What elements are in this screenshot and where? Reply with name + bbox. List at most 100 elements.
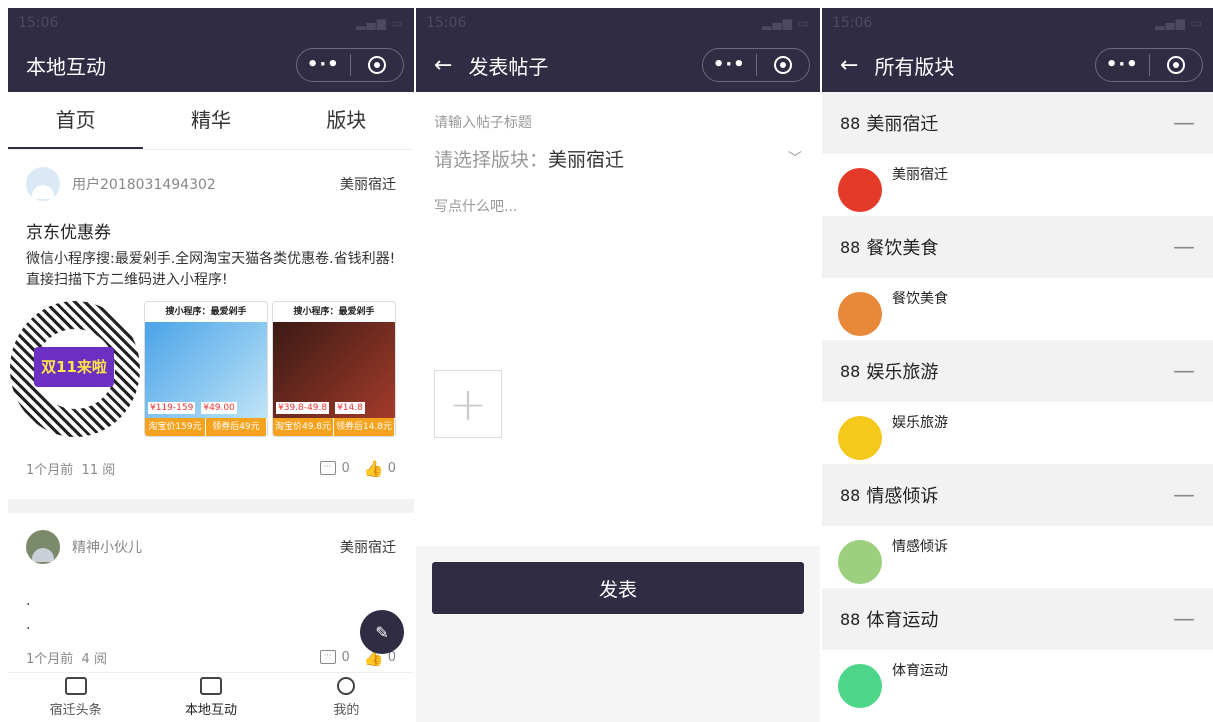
product-compare-image-2[interactable]: 搜小程序：最爱剁手 ¥39.8-49.8 ¥14.8 淘宝价49.8元 领券后1… xyxy=(272,301,396,437)
status-bar: 15:06 ▂▄▆ ▭ xyxy=(8,8,414,38)
section-title: 美丽宿迁 xyxy=(866,114,939,135)
price-tag: ¥49.00 xyxy=(201,402,237,414)
post-body: . . xyxy=(26,581,396,637)
section-header[interactable]: 88 娱乐旅游 — xyxy=(822,340,1213,402)
comment-count: 0 xyxy=(341,649,350,665)
section-header[interactable]: 88 美丽宿迁 — xyxy=(822,92,1213,154)
tabbar-item-headlines[interactable]: 宿迁头条 xyxy=(8,673,143,722)
board-item[interactable]: 娱乐旅游 xyxy=(822,402,1213,464)
post-title: 京东优惠券 xyxy=(26,223,111,243)
collapse-icon[interactable]: — xyxy=(1173,483,1195,508)
page-title: 本地互动 xyxy=(26,54,106,79)
board-select-label: 请选择版块： xyxy=(434,148,549,171)
tab-boards[interactable]: 版块 xyxy=(279,92,414,149)
post-body-line2: . xyxy=(26,617,31,633)
section-header[interactable]: 88 情感倾诉 — xyxy=(822,464,1213,526)
image-header-text: 搜小程序：最爱剁手 xyxy=(273,302,395,322)
avatar[interactable] xyxy=(26,530,60,564)
price-bar: 领券后14.8元 xyxy=(334,418,395,436)
back-arrow-icon[interactable]: ← xyxy=(840,53,858,78)
board-item[interactable]: 餐饮美食 xyxy=(822,278,1213,340)
news-icon xyxy=(64,677,87,695)
post-title-input[interactable]: 请输入帖子标题 xyxy=(434,112,802,132)
close-mini-program-icon[interactable] xyxy=(351,56,404,74)
post-card[interactable]: 精神小伙儿 美丽宿迁 . . 1个月前 4 阅 ··· 0 👍 0 xyxy=(8,513,414,677)
qr-code-image[interactable]: 双11来啦 xyxy=(10,301,140,437)
collapse-icon[interactable]: — xyxy=(1173,235,1195,260)
screen-new-post: 15:06 ▂▄▆ ▭ ← 发表帖子 •·• 请输入帖子标题 请选择版块： 美丽… xyxy=(416,8,820,722)
tabbar-label: 本地互动 xyxy=(184,703,237,718)
tab-featured[interactable]: 精华 xyxy=(143,92,278,149)
post-body-line1: 微信小程序搜:最爱剁手.全网淘宝天猫各类优惠卷.省钱利器! xyxy=(26,251,396,267)
avatar[interactable] xyxy=(26,167,60,201)
tabbar-item-local[interactable]: 本地互动 xyxy=(143,673,278,722)
tabbar-label: 我的 xyxy=(333,703,360,718)
close-mini-program-icon[interactable] xyxy=(1150,56,1203,74)
board-item-label: 情感倾诉 xyxy=(892,539,948,555)
section-header[interactable]: 88 餐饮美食 — xyxy=(822,216,1213,278)
add-image-button[interactable]: + xyxy=(434,370,502,438)
collapse-icon[interactable]: — xyxy=(1173,607,1195,632)
price-bar: 领券后49元 xyxy=(206,418,267,436)
post-images: 双11来啦 搜小程序：最爱剁手 ¥119-159 ¥49.00 淘宝价159元 … xyxy=(10,301,396,437)
tab-home[interactable]: 首页 xyxy=(8,92,144,149)
post-meta: 1个月前 4 阅 ··· 0 👍 0 xyxy=(26,637,396,677)
status-time: 15:06 xyxy=(832,15,873,31)
post-username[interactable]: 用户2018031494302 xyxy=(72,174,340,194)
section-header[interactable]: 88 体育运动 — xyxy=(822,588,1213,650)
price-tag: ¥119-159 xyxy=(148,402,196,414)
plus-icon: + xyxy=(448,377,488,431)
compose-button[interactable]: ✎ xyxy=(360,610,404,654)
board-item-label: 餐饮美食 xyxy=(892,291,948,307)
grid-icon: 88 xyxy=(840,609,861,629)
status-time: 15:06 xyxy=(426,15,467,31)
post-board[interactable]: 美丽宿迁 xyxy=(340,537,396,557)
board-logo-icon xyxy=(838,664,882,708)
more-icon[interactable]: •·• xyxy=(297,54,351,76)
like-button[interactable]: 👍 0 xyxy=(364,459,396,478)
collapse-icon[interactable]: — xyxy=(1173,359,1195,384)
post-body-line2: 直接扫描下方二维码进入小程序! xyxy=(26,272,228,288)
chat-icon xyxy=(199,677,222,695)
post-body-line1: . xyxy=(26,593,31,609)
board-logo-icon xyxy=(838,540,882,584)
signal-battery-icon: ▂▄▆ ▭ xyxy=(762,16,810,30)
screen-all-boards: 15:06 ▂▄▆ ▭ ← 所有版块 •·• 88 美丽宿迁 — 美丽宿迁 88 餐饮… xyxy=(822,8,1213,722)
price-tag: ¥39.8-49.8 xyxy=(276,402,330,414)
section-title: 情感倾诉 xyxy=(866,486,939,507)
comment-icon: ··· xyxy=(319,461,336,475)
nav-bar: ← 发表帖子 •·• xyxy=(416,38,820,92)
like-count: 0 xyxy=(387,460,396,476)
post-content-textarea[interactable]: 写点什么吧... xyxy=(434,196,802,216)
person-icon xyxy=(337,677,356,695)
more-icon[interactable]: •·• xyxy=(1096,54,1150,76)
board-item-label: 体育运动 xyxy=(892,663,948,679)
price-tag: ¥14.8 xyxy=(335,402,365,414)
product-compare-image-1[interactable]: 搜小程序：最爱剁手 ¥119-159 ¥49.00 淘宝价159元 领券后49元 xyxy=(144,301,268,437)
board-logo-icon xyxy=(838,292,882,336)
back-arrow-icon[interactable]: ← xyxy=(434,53,452,78)
mini-program-capsule: •·• xyxy=(296,48,404,82)
submit-button[interactable]: 发表 xyxy=(432,562,804,614)
post-time: 1个月前 xyxy=(26,651,74,667)
qr-badge-text: 双11来啦 xyxy=(34,347,114,387)
board-item[interactable]: 体育运动 xyxy=(822,650,1213,712)
comment-button[interactable]: ··· 0 xyxy=(319,649,350,665)
chevron-down-icon: ﹀ xyxy=(788,151,802,167)
collapse-icon[interactable]: — xyxy=(1173,111,1195,136)
board-item-label: 美丽宿迁 xyxy=(892,167,948,183)
close-mini-program-icon[interactable] xyxy=(757,56,810,74)
mini-program-capsule: •·• xyxy=(702,48,810,82)
board-item[interactable]: 情感倾诉 xyxy=(822,526,1213,588)
board-item[interactable]: 美丽宿迁 xyxy=(822,154,1213,216)
more-icon[interactable]: •·• xyxy=(703,54,757,76)
board-select[interactable]: 请选择版块： 美丽宿迁 ﹀ xyxy=(434,142,802,174)
post-board[interactable]: 美丽宿迁 xyxy=(340,174,396,194)
post-username[interactable]: 精神小伙儿 xyxy=(72,537,340,557)
page-title: 发表帖子 xyxy=(468,54,549,79)
post-card[interactable]: 用户2018031494302 美丽宿迁 京东优惠券 微信小程序搜:最爱剁手.全… xyxy=(8,150,414,499)
screen-local-interaction: 15:06 ▂▄▆ ▭ 本地互动 •·• 首页 精华 版块 用户20180314… xyxy=(8,8,414,722)
comment-button[interactable]: ··· 0 xyxy=(319,461,350,476)
tabbar-item-me[interactable]: 我的 xyxy=(279,673,414,722)
section-title: 餐饮美食 xyxy=(866,238,939,259)
